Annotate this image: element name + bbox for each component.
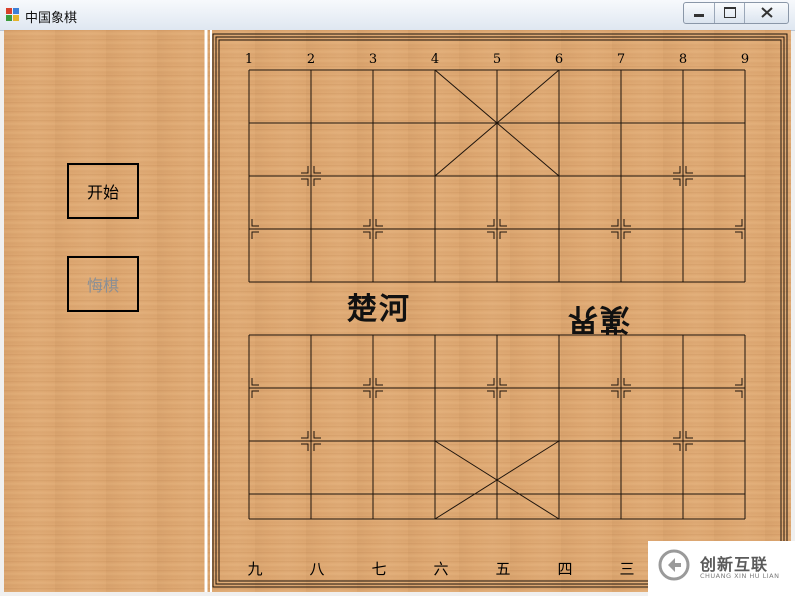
position-marker bbox=[685, 431, 693, 439]
position-marker bbox=[487, 378, 495, 386]
position-marker bbox=[301, 431, 309, 439]
file-number-top: 2 bbox=[307, 52, 315, 67]
file-number-bottom: 五 bbox=[495, 560, 510, 578]
position-marker bbox=[685, 166, 693, 174]
board-grid: 123456789九八七六五四三二一楚河漢界 bbox=[204, 30, 788, 592]
file-number-bottom: 九 bbox=[247, 560, 262, 578]
regret-button[interactable]: 悔棋 bbox=[67, 256, 139, 312]
position-marker bbox=[313, 178, 321, 186]
river-label-right: 漢界 bbox=[566, 301, 630, 336]
window-controls bbox=[683, 2, 789, 24]
position-marker bbox=[611, 231, 619, 239]
position-marker bbox=[363, 378, 371, 386]
file-number-top: 6 bbox=[555, 52, 563, 67]
position-marker bbox=[623, 390, 631, 398]
control-panel: 开始 悔棋 bbox=[4, 30, 204, 592]
position-marker bbox=[375, 219, 383, 227]
position-marker bbox=[313, 166, 321, 174]
file-number-top: 4 bbox=[431, 52, 439, 67]
file-number-top: 5 bbox=[493, 52, 501, 67]
position-marker bbox=[673, 443, 681, 451]
position-marker bbox=[499, 219, 507, 227]
position-marker bbox=[251, 231, 259, 239]
file-number-bottom: 八 bbox=[309, 560, 324, 578]
minimize-icon[interactable] bbox=[684, 3, 714, 23]
position-marker bbox=[487, 390, 495, 398]
position-marker bbox=[611, 378, 619, 386]
position-marker bbox=[673, 431, 681, 439]
maximize-icon[interactable] bbox=[714, 3, 744, 23]
position-marker bbox=[363, 219, 371, 227]
close-icon[interactable] bbox=[744, 3, 788, 23]
position-marker bbox=[499, 378, 507, 386]
position-marker bbox=[735, 219, 743, 227]
file-number-top: 9 bbox=[741, 52, 749, 67]
position-marker bbox=[735, 378, 743, 386]
file-number-top: 3 bbox=[369, 52, 377, 67]
file-number-bottom: 三 bbox=[619, 560, 634, 578]
position-marker bbox=[685, 178, 693, 186]
file-number-top: 7 bbox=[617, 52, 625, 67]
river-label-left: 楚河 bbox=[347, 292, 411, 327]
position-marker bbox=[487, 231, 495, 239]
watermark-subtext: CHUANG XIN HU LIAN bbox=[700, 572, 780, 580]
position-marker bbox=[313, 431, 321, 439]
position-marker bbox=[673, 178, 681, 186]
position-marker bbox=[251, 378, 259, 386]
title-bar: 中国象棋 bbox=[0, 0, 795, 31]
chess-board[interactable]: 123456789九八七六五四三二一楚河漢界 bbox=[204, 30, 791, 592]
start-button[interactable]: 开始 bbox=[67, 163, 139, 219]
file-number-bottom: 七 bbox=[371, 560, 386, 578]
position-marker bbox=[363, 231, 371, 239]
position-marker bbox=[623, 378, 631, 386]
position-marker bbox=[251, 219, 259, 227]
position-marker bbox=[735, 390, 743, 398]
position-marker bbox=[251, 390, 259, 398]
position-marker bbox=[375, 231, 383, 239]
position-marker bbox=[301, 178, 309, 186]
file-number-top: 8 bbox=[679, 52, 687, 67]
position-marker bbox=[301, 443, 309, 451]
board-frame-middle bbox=[215, 36, 785, 585]
position-marker bbox=[301, 166, 309, 174]
position-marker bbox=[499, 390, 507, 398]
position-marker bbox=[735, 231, 743, 239]
position-marker bbox=[375, 390, 383, 398]
file-number-bottom: 四 bbox=[557, 560, 572, 578]
board-frame-outer bbox=[212, 33, 788, 588]
watermark: 创新互联 CHUANG XIN HU LIAN bbox=[648, 541, 795, 596]
position-marker bbox=[313, 443, 321, 451]
window-title: 中国象棋 bbox=[25, 11, 78, 26]
position-marker bbox=[487, 219, 495, 227]
position-marker bbox=[685, 443, 693, 451]
position-marker bbox=[623, 219, 631, 227]
position-marker bbox=[611, 219, 619, 227]
board-frame-inner bbox=[218, 39, 782, 582]
position-marker bbox=[499, 231, 507, 239]
brand-logo-icon bbox=[658, 549, 690, 581]
position-marker bbox=[375, 378, 383, 386]
position-marker bbox=[611, 390, 619, 398]
position-marker bbox=[363, 390, 371, 398]
file-number-top: 1 bbox=[245, 52, 253, 67]
position-marker bbox=[673, 166, 681, 174]
app-icon bbox=[6, 8, 19, 21]
file-number-bottom: 六 bbox=[433, 560, 448, 578]
position-marker bbox=[623, 231, 631, 239]
